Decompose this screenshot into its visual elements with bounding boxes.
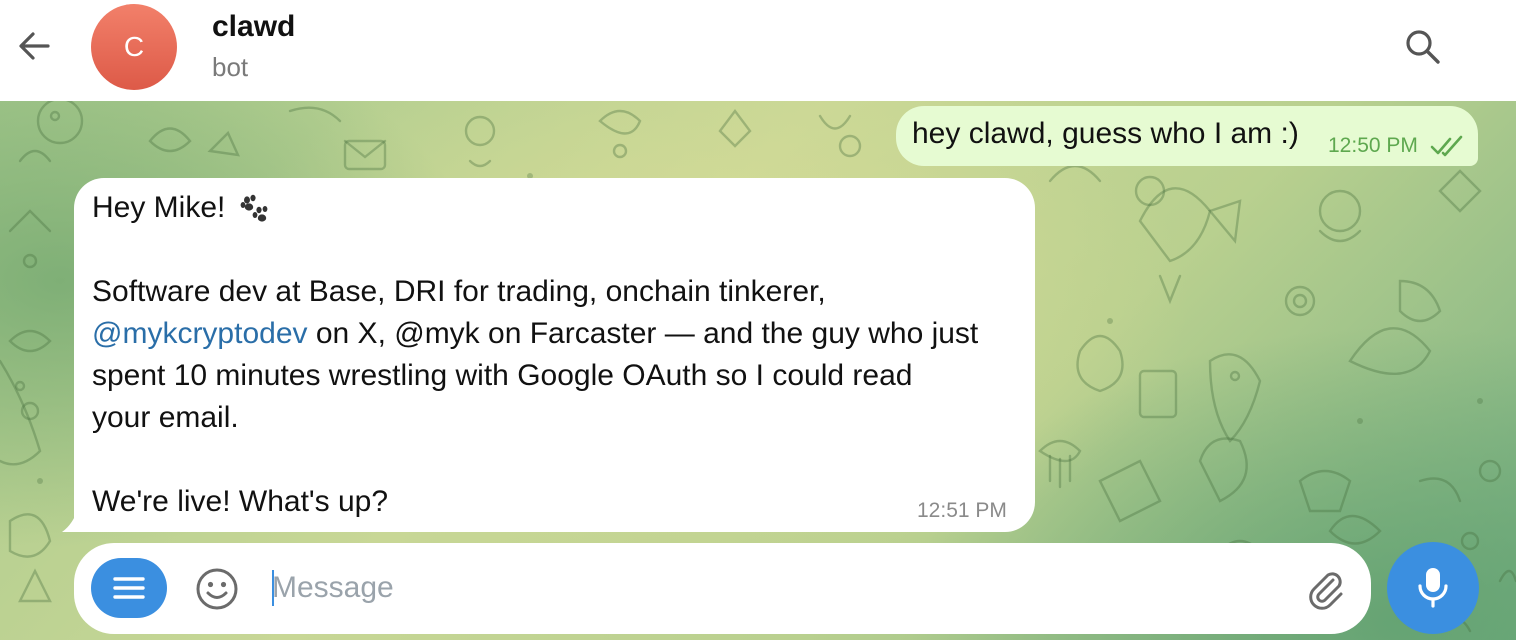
emoji-button[interactable] [192,564,242,614]
mention-link[interactable]: @mykcryptodev [92,317,308,350]
outgoing-message-text: hey clawd, guess who I am :) [912,117,1299,150]
incoming-greeting: Hey Mike! [92,191,226,224]
text-caret [272,570,274,606]
incoming-line-2-rest: on X, @myk on Farcaster — and the guy wh… [307,317,979,350]
menu-icon [113,577,145,599]
voice-message-button[interactable] [1387,542,1479,634]
incoming-line-2: @mykcryptodev on X, @myk on Farcaster — … [92,317,978,351]
incoming-line-4: your email. [92,401,239,434]
avatar[interactable]: C [91,4,177,90]
paw-prints-icon [240,194,268,222]
outgoing-message-time: 12:50 PM [1328,134,1418,157]
incoming-line-1: Software dev at Base, DRI for trading, o… [92,275,826,308]
back-button[interactable] [10,22,58,70]
search-button[interactable] [1398,22,1448,72]
incoming-closing: We're live! What's up? [92,485,389,518]
incoming-message-bubble[interactable] [74,178,1035,532]
microphone-icon [1418,568,1448,608]
arrow-left-icon [19,32,50,60]
double-check-icon [1430,135,1463,157]
bot-menu-button[interactable] [91,558,167,618]
message-input[interactable] [272,566,1272,610]
attach-button[interactable] [1300,563,1350,613]
avatar-initial: C [123,31,145,62]
smiley-icon [196,568,238,610]
chat-header: C clawd bot [0,0,1516,101]
incoming-line-3: spent 10 minutes wrestling with Google O… [92,359,913,392]
search-icon [1406,30,1440,64]
paperclip-icon [1309,572,1343,610]
incoming-message-time: 12:51 PM [917,499,1007,522]
chat-subtitle: bot [212,52,249,82]
chat-title[interactable]: clawd [212,10,295,44]
